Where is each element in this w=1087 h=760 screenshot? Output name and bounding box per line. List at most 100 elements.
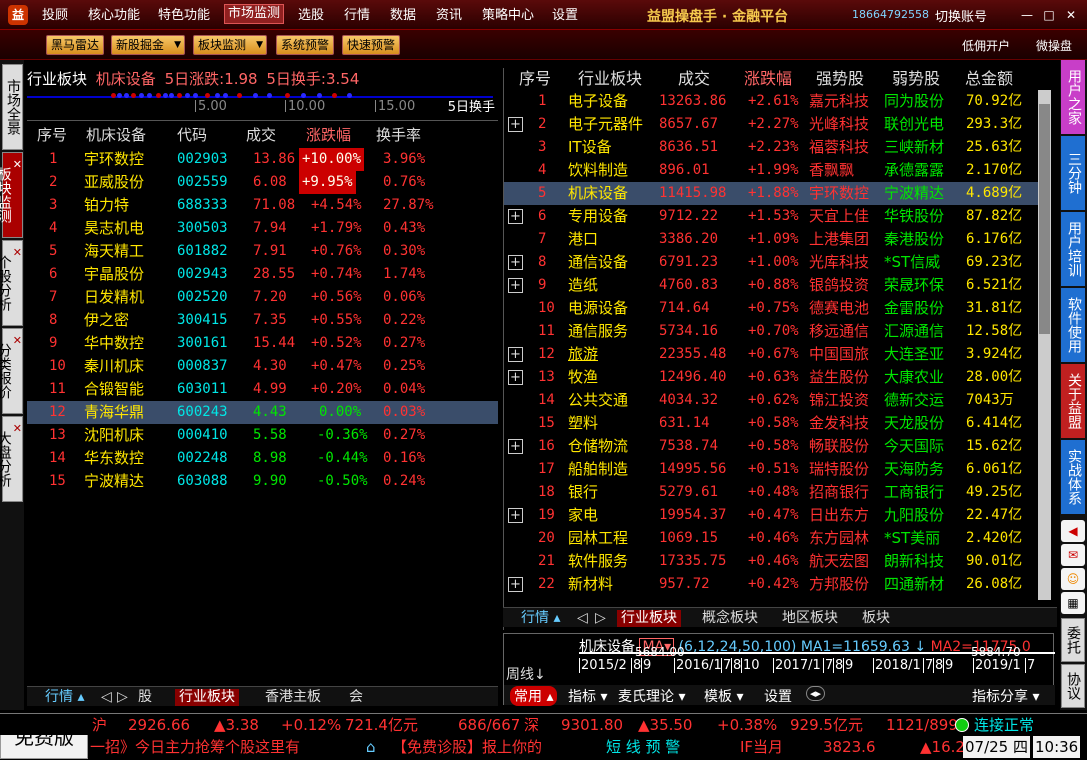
table-row[interactable]: 11 通信服务 5734.16 +0.70% 移远通信 汇源通信 12.58亿	[504, 320, 1044, 343]
tab-sector-monitor[interactable]: ✕ 板块监测	[0, 152, 23, 238]
close-icon[interactable]: ✕	[13, 243, 22, 262]
five-day-turnover-button[interactable]: 5日换手	[448, 96, 495, 115]
period-selector[interactable]: 周线↓	[506, 664, 546, 684]
micro-trade-link[interactable]: 微操盘	[1036, 37, 1072, 54]
table-row[interactable]: 4 饮料制造 896.01 +1.99% 香飘飘 承德露露 2.170亿	[504, 159, 1044, 182]
tab-industry-sector[interactable]: 行业板块	[617, 610, 681, 627]
table-row[interactable]: +2 电子元器件 8657.67 +2.27% 光峰科技 联创光电 293.3亿	[504, 113, 1044, 136]
tab-region-sector[interactable]: 地区板块	[782, 610, 838, 627]
close-icon[interactable]: ✕	[13, 419, 22, 438]
table-row[interactable]: 13 沈阳机床 000410 5.58 -0.36% 0.27%	[27, 424, 498, 447]
tab-quotes[interactable]: 行情 ▴	[521, 610, 560, 627]
maximize-icon[interactable]: □	[1042, 8, 1056, 22]
menu-strategy[interactable]: 策略中心	[482, 6, 534, 26]
tab-prev-icon[interactable]: ◁	[577, 610, 588, 627]
software-usage-tab[interactable]: 软件使用	[1061, 288, 1085, 362]
table-row[interactable]: 20 园林工程 1069.15 +0.46% 东方园林 *ST美丽 2.420亿	[504, 527, 1044, 550]
menu-core[interactable]: 核心功能	[88, 6, 140, 26]
tab-industry-sector[interactable]: 行业板块	[175, 689, 239, 706]
expand-icon[interactable]: +	[508, 278, 523, 293]
about-tab[interactable]: 关于益盟	[1061, 364, 1085, 438]
tab-next-icon[interactable]: ▷	[595, 610, 606, 627]
tab-sector-more[interactable]: 板块	[862, 610, 890, 627]
menu-tougu[interactable]: 投顾	[42, 6, 68, 26]
quick-alert-button[interactable]: 快速预警	[342, 35, 401, 55]
home-icon[interactable]: ⌂	[366, 736, 376, 758]
table-row[interactable]: 9 华中数控 300161 15.44 +0.52% 0.27%	[27, 332, 498, 355]
menu-market-monitor[interactable]: 市场监测	[224, 4, 285, 24]
table-row[interactable]: 1 宇环数控 002903 13.86 +10.00% 3.96%	[27, 148, 498, 171]
table-row[interactable]: 1 电子设备 13263.86 +2.61% 嘉元科技 同为股份 70.92亿	[504, 90, 1044, 113]
table-row[interactable]: 14 公共交通 4034.32 +0.62% 锦江投资 德新交运 7043万	[504, 389, 1044, 412]
table-row[interactable]: +8 通信设备 6791.23 +1.00% 光库科技 *ST信威 69.23亿	[504, 251, 1044, 274]
penguin-icon[interactable]: ☺	[1061, 568, 1085, 590]
col-change[interactable]: 涨跌幅	[306, 124, 351, 145]
tab-market-analysis[interactable]: ✕ 大盘分析	[0, 416, 23, 502]
menu-feature[interactable]: 特色功能	[158, 6, 210, 26]
expand-icon[interactable]: +	[508, 117, 523, 132]
expand-icon[interactable]: +	[508, 577, 523, 592]
col-code[interactable]: 代码	[177, 124, 207, 145]
common-menu[interactable]: 常用 ▴	[510, 686, 558, 706]
table-row[interactable]: 15 塑料 631.14 +0.58% 金发科技 天龙股份 6.414亿	[504, 412, 1044, 435]
col-index[interactable]: 序号	[37, 124, 67, 145]
order-tab[interactable]: 委托	[1061, 618, 1085, 662]
minimize-icon[interactable]: —	[1020, 8, 1034, 22]
col-price[interactable]: 成交	[246, 124, 276, 145]
expand-icon[interactable]: +	[508, 439, 523, 454]
col-name[interactable]: 机床设备	[86, 124, 146, 145]
sector-monitor-button[interactable]: 板块监测 ▼	[193, 35, 268, 55]
table-row[interactable]: 10 电源设备 714.64 +0.75% 德赛电池 金雷股份 31.81亿	[504, 297, 1044, 320]
col-change[interactable]: 涨跌幅	[744, 68, 792, 90]
settings-menu[interactable]: 设置	[764, 686, 792, 706]
ticker-message-1[interactable]: 一招》今日主力抢筹个股这里有	[90, 736, 300, 758]
tab-hk-main[interactable]: 香港主板	[265, 689, 321, 706]
table-row[interactable]: +19 家电 19954.37 +0.47% 日出东方 九阳股份 22.47亿	[504, 504, 1044, 527]
table-row[interactable]: 8 伊之密 300415 7.35 +0.55% 0.22%	[27, 309, 498, 332]
megaphone-icon[interactable]: ◀	[1061, 520, 1085, 542]
table-row[interactable]: +13 牧渔 12496.40 +0.63% 益生股份 大康农业 28.00亿	[504, 366, 1044, 389]
dark-horse-radar-button[interactable]: 黑马雷达	[46, 35, 105, 55]
table-row[interactable]: +22 新材料 957.72 +0.42% 方邦股份 四通新材 26.08亿	[504, 573, 1044, 596]
close-icon[interactable]: ✕	[13, 331, 22, 350]
table-row[interactable]: 15 宁波精达 603088 9.90 -0.50% 0.24%	[27, 470, 498, 493]
col-strong-stock[interactable]: 强势股	[816, 68, 864, 90]
expand-icon[interactable]: +	[508, 209, 523, 224]
table-row[interactable]: 2 亚威股份 002559 6.08 +9.95% 0.76%	[27, 171, 498, 194]
mai-theory-menu[interactable]: 麦氏理论 ▾	[618, 686, 685, 706]
table-row[interactable]: 10 秦川机床 000837 4.30 +0.47% 0.25%	[27, 355, 498, 378]
calculator-icon[interactable]: ▦	[1061, 592, 1085, 614]
menu-stock-pick[interactable]: 选股	[298, 6, 324, 26]
tab-concept-sector[interactable]: 概念板块	[702, 610, 758, 627]
table-row[interactable]: 11 合锻智能 603011 4.99 +0.20% 0.04%	[27, 378, 498, 401]
close-icon[interactable]: ✕	[13, 155, 22, 174]
close-icon[interactable]: ✕	[1064, 8, 1078, 22]
table-row[interactable]: 7 日发精机 002520 7.20 +0.56% 0.06%	[27, 286, 498, 309]
expand-icon[interactable]: +	[508, 255, 523, 270]
table-row[interactable]: +6 专用设备 9712.22 +1.53% 天宜上佳 华铁股份 87.82亿	[504, 205, 1044, 228]
tab-market-panorama[interactable]: 市场全景	[2, 64, 23, 150]
switch-account-link[interactable]: 切换账号	[935, 6, 987, 25]
tab-quotes[interactable]: 行情 ▴	[45, 689, 84, 706]
indicator-menu[interactable]: 指标 ▾	[568, 686, 607, 706]
low-commission-link[interactable]: 低佣开户	[962, 37, 1010, 54]
tab-stock[interactable]: 股	[138, 689, 152, 706]
table-row[interactable]: 14 华东数控 002248 8.98 -0.44% 0.16%	[27, 447, 498, 470]
menu-settings[interactable]: 设置	[552, 6, 578, 26]
table-row[interactable]: 3 IT设备 8636.51 +2.23% 福蓉科技 三峡新材 25.63亿	[504, 136, 1044, 159]
expand-icon[interactable]: +	[508, 370, 523, 385]
col-index[interactable]: 序号	[519, 68, 551, 90]
user-training-tab[interactable]: 用户培训	[1061, 212, 1085, 286]
table-row[interactable]: 7 港口 3386.20 +1.09% 上港集团 秦港股份 6.176亿	[504, 228, 1044, 251]
tab-category-quotes[interactable]: ✕ 分类报价	[0, 328, 23, 414]
table-row[interactable]: 17 船舶制造 14995.56 +0.51% 瑞特股份 天海防务 6.061亿	[504, 458, 1044, 481]
agreement-tab[interactable]: 协议	[1061, 664, 1085, 708]
indicator-share-menu[interactable]: 指标分享 ▾	[972, 686, 1039, 706]
expand-icon[interactable]: +	[508, 347, 523, 362]
user-home-tab[interactable]: 用户之家	[1061, 60, 1085, 134]
col-weak-stock[interactable]: 弱势股	[892, 68, 940, 90]
tab-next-icon[interactable]: ▷	[117, 689, 128, 706]
table-row[interactable]: 12 青海华鼎 600243 4.43 0.00% 0.03%	[27, 401, 498, 424]
table-row[interactable]: +16 仓储物流 7538.74 +0.58% 畅联股份 今天国际 15.62亿	[504, 435, 1044, 458]
menu-quotes[interactable]: 行情	[344, 6, 370, 26]
